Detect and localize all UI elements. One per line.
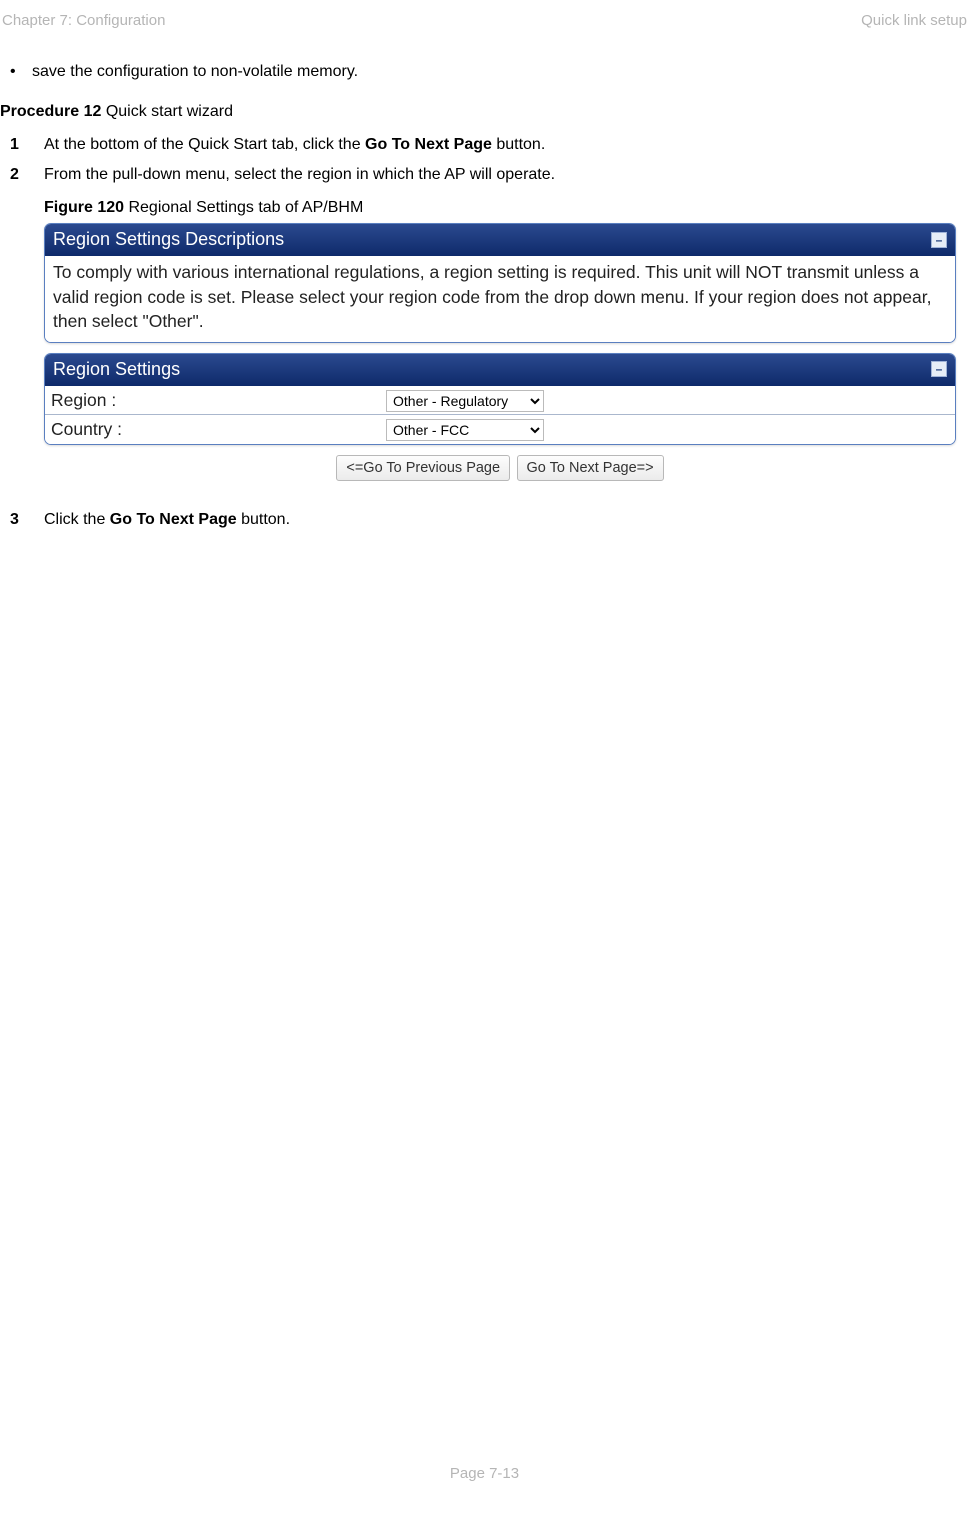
- panel-title: Region Settings Descriptions: [53, 227, 284, 252]
- panel-header: Region Settings –: [45, 354, 955, 386]
- settings-table: Region : Other - Regulatory Country :: [45, 386, 955, 444]
- panel-body: Region : Other - Regulatory Country :: [45, 386, 955, 444]
- step-body: At the bottom of the Quick Start tab, cl…: [44, 134, 969, 156]
- step-body: From the pull-down menu, select the regi…: [44, 164, 969, 501]
- region-label: Region :: [45, 386, 380, 415]
- page-footer: Page 7-13: [0, 1463, 969, 1484]
- step1-post: button.: [492, 136, 545, 153]
- page-header: Chapter 7: Configuration Quick link setu…: [0, 0, 969, 31]
- step-body: Click the Go To Next Page button.: [44, 509, 969, 531]
- procedure-label-bold: Procedure 12: [0, 103, 101, 120]
- step3-bold: Go To Next Page: [110, 511, 237, 528]
- bullet-item: • save the configuration to non-volatile…: [0, 61, 969, 83]
- step1-bold: Go To Next Page: [365, 136, 492, 153]
- step-number: 1: [4, 134, 44, 156]
- header-right: Quick link setup: [861, 10, 967, 31]
- step-number: 3: [4, 509, 44, 531]
- country-value-cell: Other - FCC: [380, 415, 955, 444]
- step-3: 3 Click the Go To Next Page button.: [4, 509, 969, 531]
- country-label: Country :: [45, 415, 380, 444]
- bullet-text: save the configuration to non-volatile m…: [32, 61, 358, 83]
- region-settings-panel: Region Settings – Region : Other - Regul…: [44, 353, 956, 445]
- procedure-label-rest: Quick start wizard: [101, 103, 233, 120]
- region-value-cell: Other - Regulatory: [380, 386, 955, 415]
- panel-body: To comply with various international reg…: [45, 256, 955, 342]
- step1-pre: At the bottom of the Quick Start tab, cl…: [44, 136, 365, 153]
- step-1: 1 At the bottom of the Quick Start tab, …: [4, 134, 969, 156]
- header-left: Chapter 7: Configuration: [2, 10, 165, 31]
- nav-buttons: <=Go To Previous Page Go To Next Page=>: [44, 455, 956, 481]
- go-previous-button[interactable]: <=Go To Previous Page: [336, 455, 510, 481]
- figure-caption-bold: Figure 120: [44, 199, 124, 216]
- country-select[interactable]: Other - FCC: [386, 419, 544, 441]
- panel-header: Region Settings Descriptions –: [45, 224, 955, 256]
- go-next-button[interactable]: Go To Next Page=>: [517, 455, 664, 481]
- region-descriptions-panel: Region Settings Descriptions – To comply…: [44, 223, 956, 343]
- bullet-marker: •: [10, 61, 32, 83]
- region-select[interactable]: Other - Regulatory: [386, 390, 544, 412]
- table-row: Region : Other - Regulatory: [45, 386, 955, 415]
- step3-pre: Click the: [44, 511, 110, 528]
- panel-title: Region Settings: [53, 357, 180, 382]
- figure-caption: Figure 120 Regional Settings tab of AP/B…: [44, 197, 969, 219]
- page-content: • save the configuration to non-volatile…: [0, 31, 969, 531]
- step3-post: button.: [237, 511, 290, 528]
- step2-line: From the pull-down menu, select the regi…: [44, 164, 969, 186]
- table-row: Country : Other - FCC: [45, 415, 955, 444]
- step-2: 2 From the pull-down menu, select the re…: [4, 164, 969, 501]
- procedure-heading: Procedure 12 Quick start wizard: [0, 101, 969, 123]
- figure-caption-rest: Regional Settings tab of AP/BHM: [124, 199, 363, 216]
- step-number: 2: [4, 164, 44, 501]
- collapse-icon[interactable]: –: [931, 232, 947, 248]
- collapse-icon[interactable]: –: [931, 361, 947, 377]
